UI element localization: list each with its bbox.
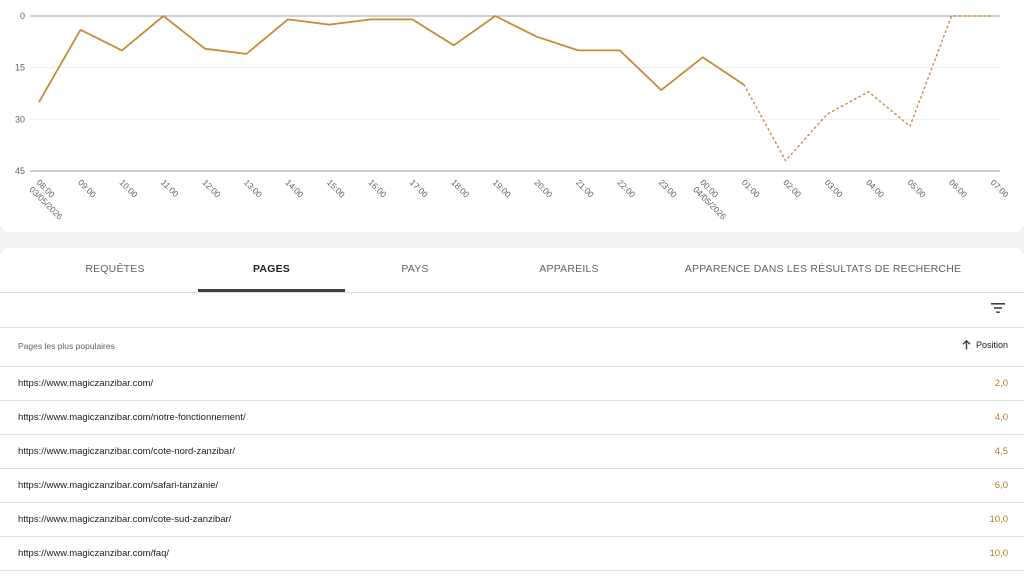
x-tick-label: 13:00 bbox=[242, 177, 264, 199]
arrow-up-icon bbox=[962, 340, 971, 350]
tab-pays[interactable]: PAYS bbox=[345, 248, 485, 292]
x-tick-label: 22:00 bbox=[615, 177, 637, 199]
position-value: 2,0 bbox=[994, 378, 1008, 389]
x-tick-label: 02:00 bbox=[781, 177, 803, 199]
position-value: 4,0 bbox=[994, 412, 1008, 423]
table-row[interactable]: https://www.magiczanzibar.com/safari-tan… bbox=[0, 469, 1024, 503]
dimension-tabs: REQUÊTES PAGES PAYS APPAREILS APPARENCE … bbox=[0, 248, 1024, 293]
table-row[interactable]: https://www.magiczanzibar.com/notre-fonc… bbox=[0, 401, 1024, 435]
tab-pages[interactable]: PAGES bbox=[198, 248, 345, 292]
position-value: 10,0 bbox=[989, 548, 1009, 559]
column-header-position[interactable]: Position bbox=[962, 340, 1008, 350]
page-url[interactable]: https://www.magiczanzibar.com/cote-nord-… bbox=[18, 446, 235, 457]
table-header: Pages les plus populaires Position bbox=[0, 328, 1024, 367]
page-url[interactable]: https://www.magiczanzibar.com/safari-tan… bbox=[18, 480, 218, 491]
table-row[interactable]: https://www.magiczanzibar.com/cote-sud-z… bbox=[0, 503, 1024, 537]
x-tick-label: 09:00 bbox=[76, 177, 98, 199]
x-tick-label: 08:0003/05/2026 bbox=[28, 177, 72, 221]
x-tick-label: 04:00 bbox=[864, 177, 886, 199]
page-url[interactable]: https://www.magiczanzibar.com/notre-fonc… bbox=[18, 412, 246, 423]
position-value: 10,0 bbox=[989, 514, 1009, 525]
x-tick-label: 17:00 bbox=[408, 177, 430, 199]
y-tick-label: 30 bbox=[15, 114, 25, 124]
active-tab-indicator bbox=[198, 289, 345, 292]
position-line-partial bbox=[743, 15, 994, 162]
tab-appareils[interactable]: APPAREILS bbox=[490, 248, 648, 292]
y-tick-label: 0 bbox=[20, 11, 25, 21]
x-tick-label: 00:0004/05/2026 bbox=[691, 177, 735, 221]
x-tick-label: 18:00 bbox=[449, 177, 471, 199]
pages-table-card: REQUÊTES PAGES PAYS APPAREILS APPARENCE … bbox=[0, 248, 1024, 588]
x-tick-label: 23:00 bbox=[657, 177, 679, 199]
column-header-pages: Pages les plus populaires bbox=[18, 341, 115, 351]
x-tick-label: 16:00 bbox=[366, 177, 388, 199]
tab-apparence-resultats[interactable]: APPARENCE DANS LES RÉSULTATS DE RECHERCH… bbox=[660, 248, 986, 292]
x-tick-label: 14:00 bbox=[283, 177, 305, 199]
page-url[interactable]: https://www.magiczanzibar.com/cote-sud-z… bbox=[18, 514, 231, 525]
table-row[interactable]: https://www.magiczanzibar.com/ 2,0 bbox=[0, 367, 1024, 401]
x-tick-label: 03:00 bbox=[823, 177, 845, 199]
x-tick-label: 20:00 bbox=[532, 177, 554, 199]
position-chart: 0 15 30 4508:0003/05/2026 09:00 10:00 11:00 12:… bbox=[15, 11, 1011, 222]
position-value: 4,5 bbox=[994, 446, 1008, 457]
position-value: 6,0 bbox=[994, 480, 1008, 491]
x-tick-label: 15:00 bbox=[325, 177, 347, 199]
x-tick-label: 12:00 bbox=[200, 177, 222, 199]
page-url[interactable]: https://www.magiczanzibar.com/faq/ bbox=[18, 548, 169, 559]
filter-bar bbox=[0, 293, 1024, 328]
table-row[interactable]: https://www.magiczanzibar.com/cote-nord-… bbox=[0, 435, 1024, 469]
x-tick-label: 06:00 bbox=[947, 177, 969, 199]
x-tick-label: 01:00 bbox=[740, 177, 762, 199]
x-tick-label: 07:00 bbox=[989, 177, 1011, 199]
y-tick-label: 45 bbox=[15, 166, 25, 176]
position-chart-card: 0 15 30 45 08:0003/05/2026 09:00 10:00 11:00 12:… bbox=[0, 0, 1024, 232]
tab-requetes[interactable]: REQUÊTES bbox=[30, 248, 200, 292]
column-header-position-label: Position bbox=[975, 340, 1008, 350]
y-tick-label: 15 bbox=[15, 63, 25, 73]
filter-icon[interactable] bbox=[991, 301, 1005, 315]
x-tick-label: 05:00 bbox=[906, 177, 928, 199]
page-url[interactable]: https://www.magiczanzibar.com/ bbox=[18, 378, 153, 389]
table-row[interactable]: https://www.magiczanzibar.com/faq/ 10,0 bbox=[0, 537, 1024, 571]
x-tick-label: 19:00 bbox=[491, 177, 513, 199]
x-tick-label: 21:00 bbox=[574, 177, 596, 199]
position-line bbox=[38, 15, 745, 103]
x-tick-label: 10:00 bbox=[118, 177, 140, 199]
x-tick-label: 11:00 bbox=[159, 177, 181, 199]
